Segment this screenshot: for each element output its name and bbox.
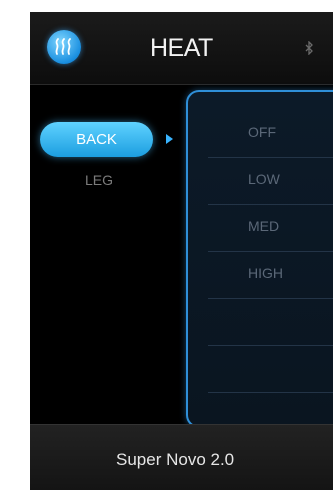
- level-label: HIGH: [248, 265, 283, 281]
- selection-pointer-icon: [166, 134, 173, 144]
- level-option-empty: [208, 345, 333, 393]
- level-label: LOW: [248, 171, 280, 187]
- level-label: MED: [248, 218, 280, 234]
- level-option-empty: [208, 298, 333, 346]
- footer-bar: Super Novo 2.0: [30, 424, 333, 490]
- zone-leg-button[interactable]: LEG: [85, 172, 113, 188]
- bluetooth-icon: [304, 40, 314, 56]
- level-option-med[interactable]: MED: [208, 204, 333, 252]
- heat-waves-icon[interactable]: [47, 30, 81, 64]
- page-title: HEAT: [150, 34, 213, 62]
- heat-level-picker[interactable]: OFF LOW MED HIGH: [186, 90, 333, 428]
- level-option-off[interactable]: OFF: [208, 110, 333, 158]
- level-option-high[interactable]: HIGH: [208, 251, 333, 299]
- zone-back-button[interactable]: BACK: [40, 122, 153, 157]
- level-option-low[interactable]: LOW: [208, 157, 333, 205]
- header-bar: HEAT: [30, 12, 333, 85]
- heat-control-panel: HEAT BACK LEG OFF LOW MED HIGH Super Nov…: [30, 12, 333, 490]
- device-name: Super Novo 2.0: [116, 450, 235, 469]
- level-label: OFF: [248, 124, 276, 140]
